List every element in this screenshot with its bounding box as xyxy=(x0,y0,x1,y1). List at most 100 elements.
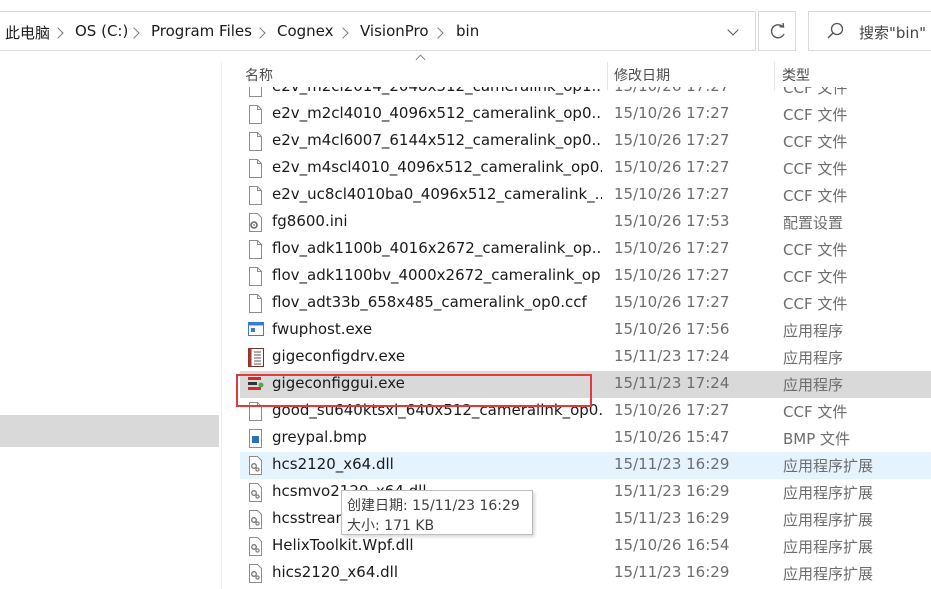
chevron-right-icon[interactable] xyxy=(432,27,444,39)
file-row[interactable]: e2v_m4cl6007_6144x512_cameralink_op0....… xyxy=(240,128,931,155)
file-date: 15/10/26 17:27 xyxy=(614,158,730,176)
file-type: 应用程序 xyxy=(783,376,844,394)
file-date: 15/11/23 16:29 xyxy=(614,563,730,581)
file-name: flov_adk1100b_4016x2672_cameralink_op... xyxy=(272,239,602,257)
file-date: 15/10/26 17:53 xyxy=(614,212,730,230)
breadcrumb[interactable]: 此电脑 OS (C:) Program Files Cognex VisionP… xyxy=(0,11,756,51)
file-type: CCF 文件 xyxy=(783,187,848,205)
dll-file-icon xyxy=(248,510,263,529)
breadcrumb-program-files[interactable]: Program Files xyxy=(151,22,252,40)
search-input[interactable]: 搜索"bin" xyxy=(808,11,931,51)
file-date: 15/10/26 17:27 xyxy=(614,401,730,419)
file-row[interactable]: e2v_m2cl4010_4096x512_cameralink_op0....… xyxy=(240,101,931,128)
address-bar: 此电脑 OS (C:) Program Files Cognex VisionP… xyxy=(0,0,931,62)
file-name: greypal.bmp xyxy=(272,428,367,446)
file-type: CCF 文件 xyxy=(783,133,848,151)
file-list: e2v_m2cl2014_2048x512_cameralink_op1... 1… xyxy=(222,87,931,589)
file-date: 15/10/26 17:27 xyxy=(614,104,730,122)
file-date: 15/10/26 17:56 xyxy=(614,320,730,338)
chevron-right-icon[interactable] xyxy=(337,27,349,39)
breadcrumb-cognex[interactable]: Cognex xyxy=(277,22,334,40)
file-date: 15/10/26 17:27 xyxy=(614,131,730,149)
file-row[interactable]: gigeconfiggui.exe 15/11/23 17:24 应用程序 xyxy=(240,371,931,398)
file-icon xyxy=(248,402,263,421)
file-row[interactable]: hics2120_x64.dll 15/11/23 16:29 应用程序扩展 xyxy=(240,560,931,587)
file-date: 15/11/23 17:24 xyxy=(614,347,730,365)
image-file-icon xyxy=(248,429,263,448)
file-type: 应用程序 xyxy=(783,322,844,340)
file-name: fwuphost.exe xyxy=(272,320,373,338)
file-name: flov_adt33b_658x485_cameralink_op0.ccf xyxy=(272,293,587,311)
dll-file-icon xyxy=(248,537,263,556)
file-date: 15/10/26 17:27 xyxy=(614,239,730,257)
app-list-icon xyxy=(248,348,264,367)
file-type: 应用程序扩展 xyxy=(783,484,874,502)
file-icon xyxy=(248,159,263,178)
column-divider[interactable] xyxy=(607,62,608,90)
file-date: 15/10/26 17:27 xyxy=(614,266,730,284)
file-row[interactable]: e2v_uc8cl4010ba0_4096x512_cameralink_...… xyxy=(240,182,931,209)
file-name: hics2120_x64.dll xyxy=(272,563,398,581)
settings-file-icon xyxy=(248,213,263,232)
file-name: e2v_uc8cl4010ba0_4096x512_cameralink_... xyxy=(272,185,602,203)
column-divider[interactable] xyxy=(774,62,775,90)
chevron-right-icon[interactable] xyxy=(128,27,140,39)
file-type: CCF 文件 xyxy=(783,106,848,124)
breadcrumb-os-c[interactable]: OS (C:) xyxy=(75,22,128,40)
file-name: e2v_m4scl4010_4096x512_cameralink_op0... xyxy=(272,158,602,176)
tooltip-size: 大小: 171 KB xyxy=(347,518,435,534)
file-row[interactable]: gigeconfigdrv.exe 15/11/23 17:24 应用程序 xyxy=(240,344,931,371)
file-icon xyxy=(248,294,263,313)
file-row[interactable]: good_su640ktsxl_640x512_cameralink_op0..… xyxy=(240,398,931,425)
file-type: CCF 文件 xyxy=(783,268,848,286)
file-row[interactable]: HelixToolkit.Wpf.dll 15/10/26 16:54 应用程序扩展 xyxy=(240,533,931,560)
file-name: gigeconfigdrv.exe xyxy=(272,347,406,365)
dll-file-icon xyxy=(248,456,263,475)
column-date[interactable]: 修改日期 xyxy=(614,65,670,85)
file-row[interactable]: greypal.bmp 15/10/26 15:47 BMP 文件 xyxy=(240,425,931,452)
file-row[interactable]: fwuphost.exe 15/10/26 17:56 应用程序 xyxy=(240,317,931,344)
file-date: 15/10/26 16:54 xyxy=(614,536,730,554)
file-type: BMP 文件 xyxy=(783,430,851,448)
file-type: 应用程序扩展 xyxy=(783,457,874,475)
file-name: gigeconfiggui.exe xyxy=(272,374,405,392)
file-date: 15/10/26 15:47 xyxy=(614,428,730,446)
file-row[interactable]: flov_adk1100b_4016x2672_cameralink_op...… xyxy=(240,236,931,263)
file-name: e2v_m4cl6007_6144x512_cameralink_op0.... xyxy=(272,131,602,149)
file-type: 应用程序扩展 xyxy=(783,511,874,529)
breadcrumb-bin[interactable]: bin xyxy=(456,22,479,40)
chevron-right-icon[interactable] xyxy=(254,27,266,39)
file-row[interactable]: flov_adt33b_658x485_cameralink_op0.ccf 15… xyxy=(240,290,931,317)
dll-file-icon xyxy=(248,483,263,502)
chevron-right-icon[interactable] xyxy=(52,27,64,39)
file-name: hcs2120_x64.dll xyxy=(272,455,394,473)
file-type: 配置设置 xyxy=(783,214,844,232)
refresh-icon xyxy=(770,22,785,39)
nav-selected-item[interactable] xyxy=(0,415,219,447)
file-row[interactable]: e2v_m2cl2014_2048x512_cameralink_op1... 1… xyxy=(240,87,931,101)
search-placeholder: 搜索"bin" xyxy=(859,24,926,42)
app-gige-icon xyxy=(248,375,264,394)
breadcrumb-this-pc[interactable]: 此电脑 xyxy=(5,22,50,43)
file-icon xyxy=(248,105,263,124)
file-type: CCF 文件 xyxy=(783,241,848,259)
file-icon xyxy=(248,132,263,151)
file-name: e2v_m2cl4010_4096x512_cameralink_op0.... xyxy=(272,104,602,122)
column-type[interactable]: 类型 xyxy=(782,65,810,85)
file-row[interactable]: fg8600.ini 15/10/26 17:53 配置设置 xyxy=(240,209,931,236)
navigation-pane[interactable] xyxy=(0,62,219,589)
file-date: 15/11/23 16:29 xyxy=(614,482,730,500)
column-name[interactable]: 名称 xyxy=(245,65,273,85)
breadcrumb-visionpro[interactable]: VisionPro xyxy=(360,22,429,40)
file-row[interactable]: e2v_m4scl4010_4096x512_cameralink_op0...… xyxy=(240,155,931,182)
refresh-button[interactable] xyxy=(758,11,796,51)
file-row[interactable]: flov_adk1100bv_4000x2672_cameralink_op..… xyxy=(240,263,931,290)
file-date: 15/10/26 17:27 xyxy=(614,87,729,95)
file-date: 15/11/23 16:29 xyxy=(614,509,730,527)
file-icon xyxy=(248,240,263,259)
file-name: HelixToolkit.Wpf.dll xyxy=(272,536,414,554)
column-header: 名称 修改日期 类型 xyxy=(222,54,931,90)
app-window-icon xyxy=(248,321,264,340)
file-type: CCF 文件 xyxy=(783,403,848,421)
file-row[interactable]: hcs2120_x64.dll 15/11/23 16:29 应用程序扩展 xyxy=(240,452,931,479)
